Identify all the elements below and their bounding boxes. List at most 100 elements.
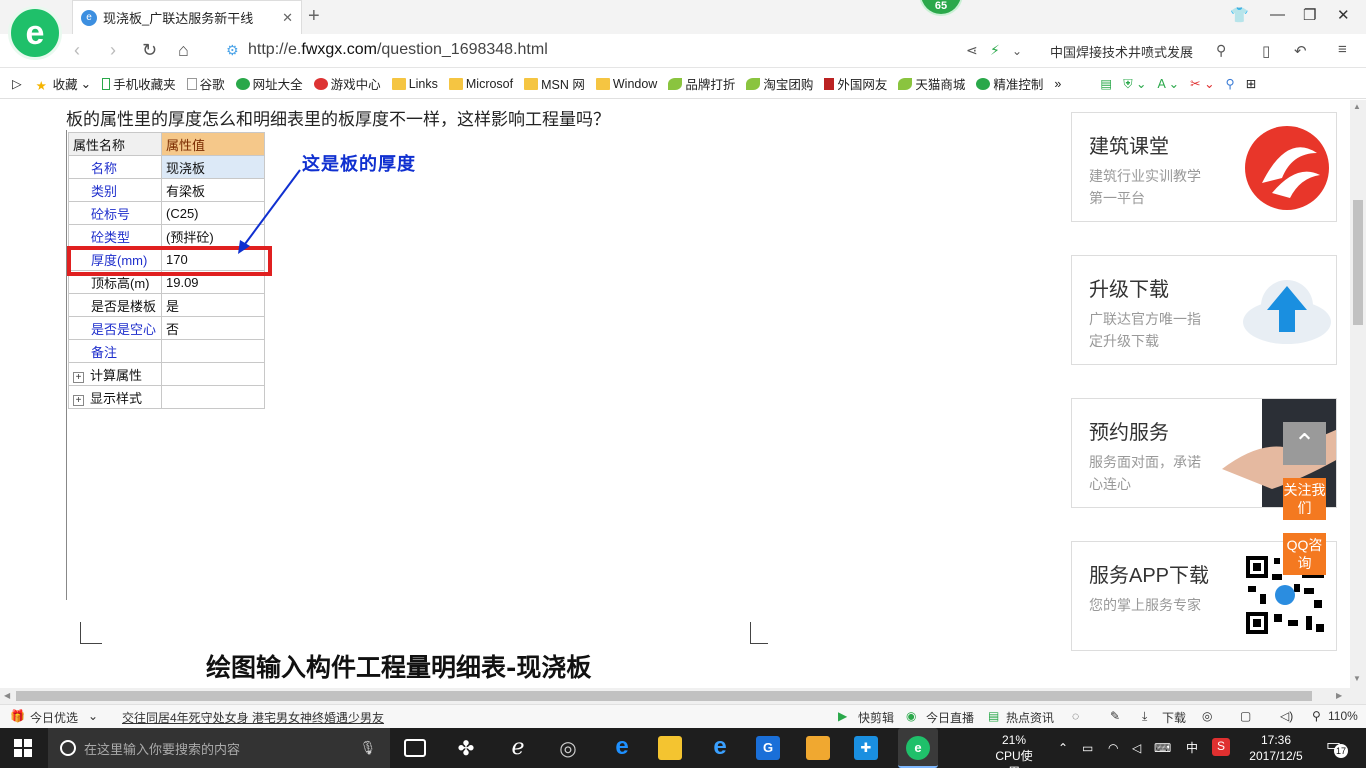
bookmark-item[interactable]: 手机收藏夹 [102, 74, 176, 93]
volume-icon[interactable]: ◁ [1132, 740, 1141, 756]
active-browser-taskbar-button[interactable]: e [898, 728, 938, 768]
hot-news-link[interactable]: 热点资讯 [1006, 709, 1054, 726]
today-picks-link[interactable]: 今日优选 [30, 709, 78, 726]
ie-icon[interactable]: e [708, 735, 732, 760]
new-tab-button[interactable]: + [308, 5, 320, 28]
ime-indicator[interactable]: 中 [1186, 740, 1198, 756]
minimize-button[interactable]: — [1270, 6, 1285, 23]
bookmark-item[interactable]: ★ 收藏 ⌄ [36, 74, 92, 93]
bookmark-item[interactable]: Microsof [448, 77, 513, 91]
shield-icon[interactable]: ⛨ ⌄ [1123, 76, 1146, 92]
close-window-button[interactable]: ✕ [1337, 6, 1350, 24]
bookmark-item[interactable]: 外国网友 [824, 74, 887, 93]
browser-e-icon[interactable]: ℯ [506, 736, 530, 760]
live-link[interactable]: 今日直播 [926, 709, 974, 726]
lightning-icon[interactable]: ⚡ [990, 42, 1000, 59]
horizontal-scrollbar[interactable]: ◀ ▶ [0, 688, 1366, 704]
scroll-down-icon[interactable]: ▼ [1353, 674, 1361, 683]
bookmark-item[interactable]: 网址大全 [235, 74, 303, 93]
wifi-icon[interactable]: ◠ [1108, 740, 1118, 756]
browser-tab[interactable]: e 现浇板_广联达服务新干线 ✕ [72, 0, 302, 34]
reload-button[interactable]: ↻ [142, 40, 157, 61]
volume-icon[interactable]: ◁) [1280, 709, 1293, 723]
keyboard-icon[interactable]: ⌨ [1154, 740, 1171, 756]
glodon-app-icon[interactable]: G [756, 736, 780, 760]
microphone-icon[interactable]: 🎙 [359, 740, 376, 756]
menu-icon[interactable]: ≡ [1338, 41, 1347, 58]
back-button[interactable]: ‹ [74, 40, 80, 61]
sidebar-toggle-icon[interactable]: ▷ [12, 76, 22, 91]
more-bookmarks-button[interactable]: » [1054, 77, 1061, 91]
reader-icon[interactable]: ▤ [1100, 76, 1112, 91]
search-input[interactable]: 中国焊接技术井喷式发展 [1050, 42, 1193, 61]
bookmark-item[interactable]: 游戏中心 [313, 74, 381, 93]
clean-icon[interactable]: ◎ [1202, 709, 1212, 723]
speed-icon[interactable]: ◌ [1072, 709, 1079, 723]
scroll-left-icon[interactable]: ◀ [4, 691, 10, 700]
window-icon[interactable]: ▢ [1240, 709, 1251, 723]
tools-icon[interactable]: ✎ [1110, 709, 1120, 723]
maximize-button[interactable]: ❐ [1303, 6, 1316, 24]
site-info-icon[interactable]: ⚙ [226, 42, 239, 59]
scroll-right-icon[interactable]: ▶ [1336, 691, 1342, 700]
grid-icon[interactable]: ⊞ [1246, 76, 1256, 91]
notes-app-icon[interactable] [806, 736, 830, 760]
chevron-down-icon[interactable]: ⌄ [1012, 44, 1022, 58]
fan-app-icon[interactable]: ✤ [454, 736, 478, 760]
bookmark-item[interactable]: 天猫商城 [898, 74, 965, 93]
task-view-icon[interactable] [404, 739, 426, 757]
battery-icon[interactable]: ▭ [1082, 740, 1093, 756]
expand-icon[interactable]: + [73, 371, 84, 383]
bookmark-item[interactable]: 淘宝团购 [746, 74, 813, 93]
scissors-icon[interactable]: ✂ ⌄ [1190, 76, 1214, 91]
action-center-icon[interactable]: ▭ 17 [1322, 736, 1350, 760]
cpu-meter[interactable]: 21% CPU使用 [990, 732, 1038, 780]
clock[interactable]: 17:36 2017/12/5 [1244, 732, 1308, 764]
taskbar-search-input[interactable]: 在这里输入你要搜索的内容 🎙 [48, 728, 390, 768]
file-explorer-icon[interactable] [658, 736, 682, 760]
vertical-scroll-thumb[interactable] [1353, 200, 1363, 325]
share-icon[interactable]: ⋖ [966, 42, 978, 59]
browser-logo-icon[interactable]: e [8, 6, 62, 60]
close-tab-icon[interactable]: ✕ [282, 10, 293, 26]
bookmark-item[interactable]: 精准控制 [976, 74, 1043, 93]
zoom-level[interactable]: 110% [1328, 709, 1358, 723]
back-to-top-button[interactable]: ⌃ [1283, 422, 1326, 465]
table-group-row[interactable]: + 计算属性 [68, 362, 265, 386]
translate-icon[interactable]: A ⌄ [1158, 76, 1180, 91]
bookmark-item[interactable]: Window [595, 77, 657, 91]
news-ticker-link[interactable]: 交往同居4年死守处女身 港宅男女神终婚遇少男友 [122, 709, 384, 726]
edge-icon[interactable]: e [610, 735, 634, 760]
notification-badge[interactable]: 65 [919, 0, 963, 16]
card-building-class[interactable]: 建筑课堂 建筑行业实训教学第一平台 [1071, 112, 1337, 222]
follow-us-button[interactable]: 关注我们 [1283, 478, 1326, 520]
download-link[interactable]: 下载 [1162, 709, 1186, 726]
prop-value[interactable]: 是 [161, 293, 265, 317]
horizontal-scroll-thumb[interactable] [16, 691, 1312, 701]
magnifier-icon[interactable]: ⚲ [1226, 76, 1235, 91]
plus-app-icon[interactable]: ✚ [854, 736, 878, 760]
qq-consult-button[interactable]: QQ咨询 [1283, 533, 1326, 575]
quick-clip-link[interactable]: 快剪辑 [858, 709, 894, 726]
search-icon[interactable]: ⚲ [1216, 42, 1226, 59]
bookmark-item[interactable]: 品牌打折 [668, 74, 735, 93]
card-upgrade-download[interactable]: 升级下载 广联达官方唯一指定升级下载 [1071, 255, 1337, 365]
bookmark-item[interactable]: MSN 网 [524, 74, 585, 93]
url-field[interactable]: http://e.fwxgx.com/question_1698348.html [248, 41, 548, 59]
prop-value[interactable]: 否 [161, 316, 265, 340]
tshirt-icon[interactable]: 👕 [1230, 6, 1249, 24]
undo-icon[interactable]: ↶ [1294, 42, 1307, 60]
expand-icon[interactable]: + [73, 394, 84, 406]
spiral-app-icon[interactable]: ◎ [556, 736, 580, 760]
vertical-scrollbar[interactable]: ▲ ▼ [1350, 100, 1366, 688]
windows-start-icon[interactable] [14, 739, 32, 757]
mobile-icon[interactable]: ▯ [1262, 42, 1270, 60]
prop-value[interactable] [161, 339, 265, 363]
bookmark-item[interactable]: Links [391, 77, 438, 91]
sogou-icon[interactable]: S [1212, 738, 1230, 756]
table-group-row[interactable]: + 显示样式 [68, 385, 265, 409]
chevron-down-icon[interactable]: ⌄ [88, 709, 98, 723]
scroll-up-icon[interactable]: ▲ [1353, 102, 1361, 111]
bookmark-item[interactable]: 谷歌 [186, 74, 225, 93]
home-button[interactable]: ⌂ [178, 40, 189, 61]
